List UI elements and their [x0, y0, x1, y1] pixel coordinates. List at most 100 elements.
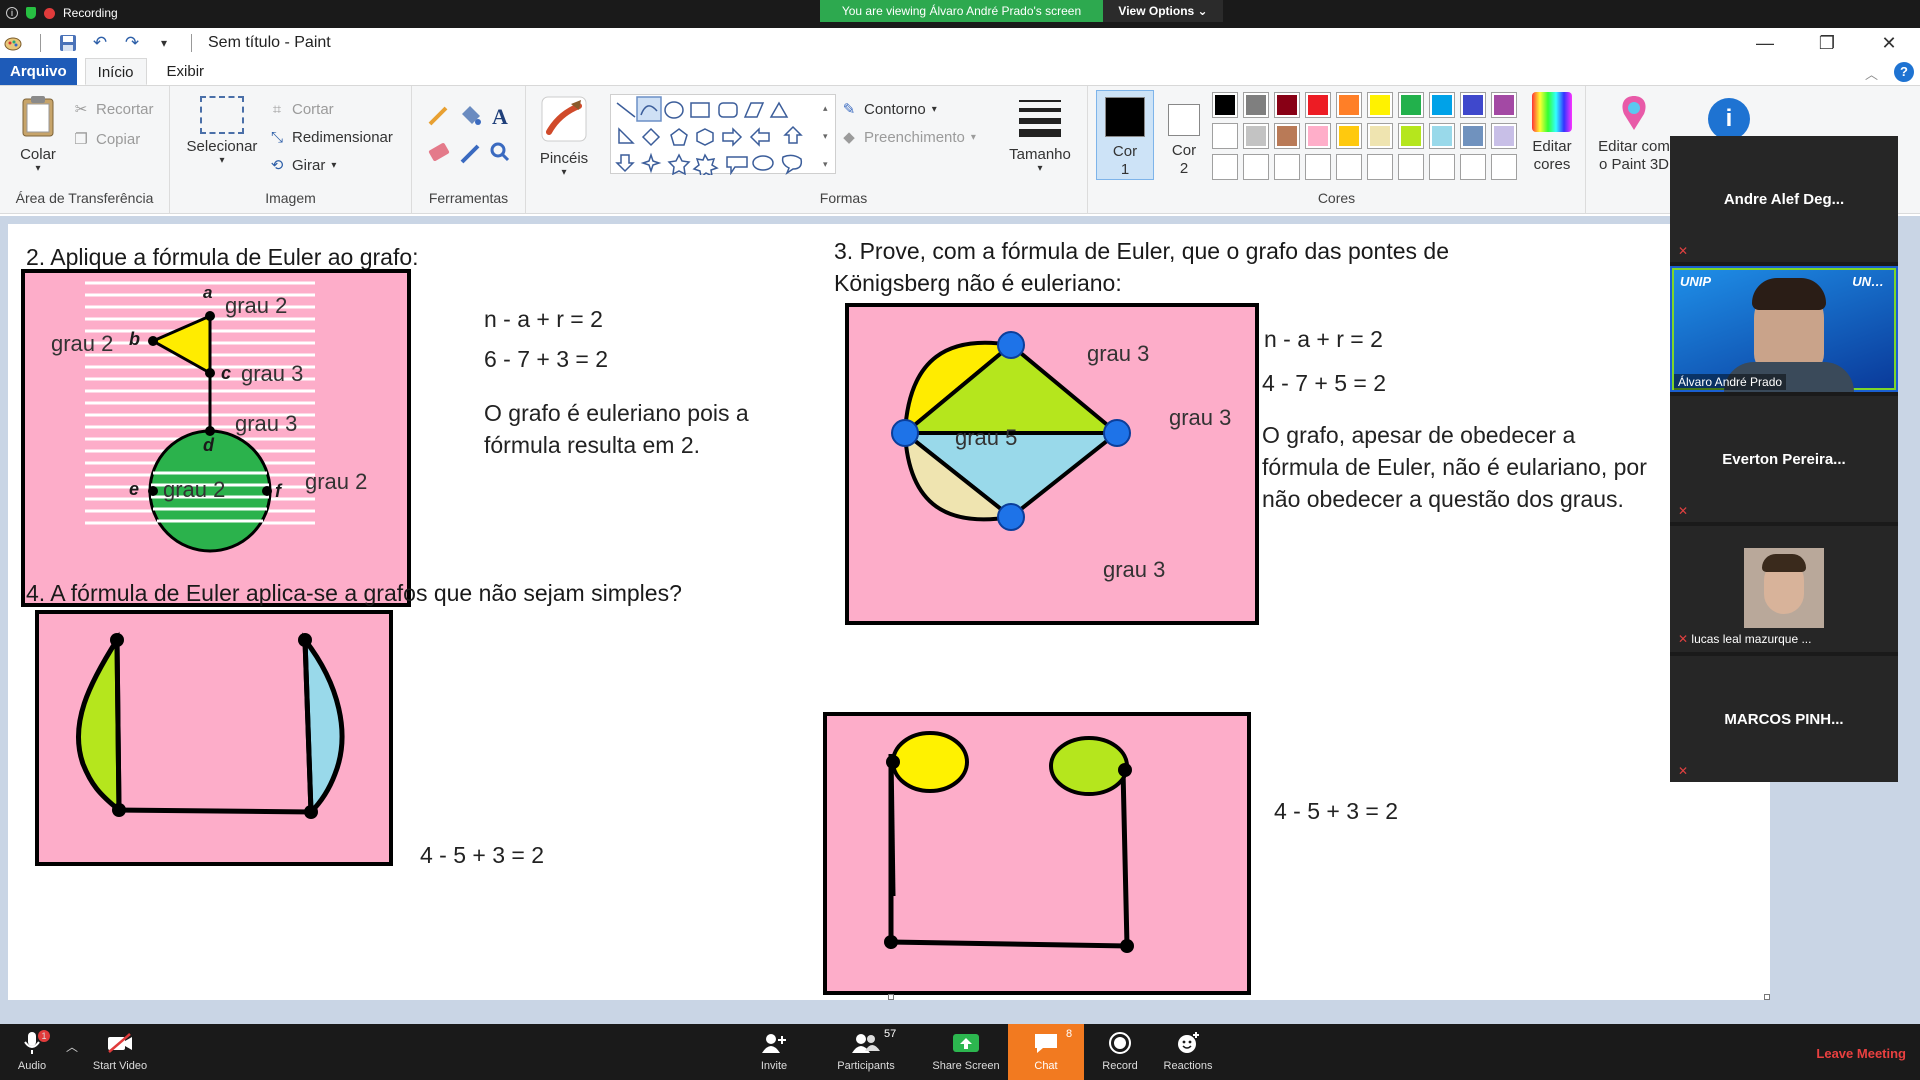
rotate-button[interactable]: ⟲ Girar ▾ — [268, 156, 337, 175]
collapse-ribbon-icon[interactable]: ︿ — [1865, 64, 1878, 83]
minimize-button[interactable]: — — [1734, 28, 1796, 58]
palette-color-swatch[interactable] — [1336, 92, 1362, 118]
quick-access-toolbar: ↶ ↷ ▾ Sem título - Paint — [0, 28, 331, 58]
tools-icons: A — [428, 104, 510, 164]
audio-label: Audio — [17, 1060, 47, 1072]
palette-color-swatch[interactable] — [1491, 92, 1517, 118]
color1-button[interactable]: Cor 1 — [1096, 90, 1154, 180]
redo-icon[interactable]: ↷ — [121, 32, 143, 54]
smiley-icon — [1148, 1030, 1228, 1056]
palette-custom-slot[interactable] — [1305, 154, 1331, 180]
chevron-down-icon: ▾ — [931, 103, 937, 115]
save-icon[interactable] — [57, 32, 79, 54]
reactions-button[interactable]: Reactions — [1148, 1030, 1228, 1072]
palette-color-swatch[interactable] — [1274, 92, 1300, 118]
palette-custom-slot[interactable] — [1336, 154, 1362, 180]
undo-icon[interactable]: ↶ — [89, 32, 111, 54]
participant-tile[interactable]: Andre Alef Deg... ✕ — [1670, 136, 1898, 262]
palette-color-swatch[interactable] — [1460, 92, 1486, 118]
palette-custom-slot[interactable] — [1367, 154, 1393, 180]
participant-tile[interactable]: MARCOS PINH... ✕ — [1670, 656, 1898, 782]
shapes-icons: ▴ ▾ ▾ — [615, 96, 828, 179]
participant-name: Álvaro André Prado — [1674, 374, 1787, 390]
canvas-resize-handle[interactable] — [1764, 994, 1770, 1000]
close-button[interactable]: ✕ — [1858, 28, 1920, 58]
palette-color-swatch[interactable] — [1429, 92, 1455, 118]
share-screen-button[interactable]: Share Screen — [926, 1030, 1006, 1072]
palette-color-swatch[interactable] — [1243, 123, 1269, 149]
paste-button[interactable]: Colar ▾ — [10, 94, 66, 174]
participant-tile-active-speaker[interactable]: UNIP UN… Álvaro André Prado — [1670, 266, 1898, 392]
fill-label: Preenchimento — [864, 128, 965, 146]
shapes-gallery[interactable]: ▴ ▾ ▾ — [610, 94, 836, 179]
canvas-area: 2. Aplique a fórmula de Euler ao grafo: — [0, 216, 1920, 1024]
audio-button[interactable]: Audio 1 — [0, 1030, 72, 1072]
palette-custom-slot[interactable] — [1460, 154, 1486, 180]
muted-mic-icon: ✕ — [1678, 504, 1689, 518]
color2-label-line1: Cor — [1171, 142, 1197, 159]
copy-button[interactable]: ❐ Copiar — [72, 130, 140, 149]
paint-app-icon[interactable] — [2, 32, 24, 54]
view-options-button[interactable]: View Options ⌄ — [1103, 0, 1223, 22]
palette-custom-slot[interactable] — [1243, 154, 1269, 180]
size-button[interactable]: Tamanho ▾ — [992, 96, 1088, 174]
chevron-down-icon: ▾ — [1037, 163, 1043, 174]
palette-color-swatch[interactable] — [1367, 92, 1393, 118]
audio-options-caret[interactable]: ︿ — [66, 1038, 78, 1055]
palette-color-swatch[interactable] — [1305, 123, 1331, 149]
chat-button[interactable]: Chat 8 — [1008, 1024, 1084, 1080]
palette-color-swatch[interactable] — [1367, 123, 1393, 149]
canvas-resize-handle[interactable] — [888, 994, 894, 1000]
cut-button[interactable]: ✂ Recortar — [72, 100, 154, 119]
paint3d-label-line1: Editar com — [1598, 138, 1670, 155]
palette-custom-slot[interactable] — [1212, 154, 1238, 180]
palette-color-swatch[interactable] — [1460, 123, 1486, 149]
palette-color-swatch[interactable] — [1398, 92, 1424, 118]
edit-with-paint3d-button[interactable]: Editar com o Paint 3D — [1594, 92, 1674, 174]
start-video-button[interactable]: Start Video — [80, 1030, 160, 1072]
customize-qat-icon[interactable]: ▾ — [153, 32, 175, 54]
tab-file[interactable]: Arquivo — [0, 58, 77, 85]
edit-colors-button[interactable]: Editar cores — [1522, 92, 1582, 174]
palette-color-swatch[interactable] — [1212, 123, 1238, 149]
question-2-calculation: 6 - 7 + 3 = 2 — [484, 346, 609, 372]
palette-color-swatch[interactable] — [1491, 123, 1517, 149]
palette-color-swatch[interactable] — [1212, 92, 1238, 118]
invite-button[interactable]: Invite — [734, 1030, 814, 1072]
palette-custom-slot[interactable] — [1274, 154, 1300, 180]
palette-custom-slot[interactable] — [1429, 154, 1455, 180]
palette-color-swatch[interactable] — [1336, 123, 1362, 149]
color2-button[interactable]: Cor 2 — [1156, 90, 1212, 180]
palette-custom-slot[interactable] — [1491, 154, 1517, 180]
palette-color-swatch[interactable] — [1398, 123, 1424, 149]
participant-tile[interactable]: Everton Pereira... ✕ — [1670, 396, 1898, 522]
palette-color-swatch[interactable] — [1429, 123, 1455, 149]
outline-button[interactable]: ✎ Contorno ▾ — [840, 100, 937, 119]
participant-tile[interactable]: ✕ lucas leal mazurque ... — [1670, 526, 1898, 652]
restore-button[interactable]: ❐ — [1796, 28, 1858, 58]
info-icon[interactable]: i — [6, 7, 18, 19]
palette-color-swatch[interactable] — [1305, 92, 1331, 118]
select-button[interactable]: Selecionar ▾ — [182, 96, 262, 166]
unip-logo: UN… — [1852, 274, 1884, 289]
crop-button[interactable]: ⌗ Cortar — [268, 100, 334, 118]
encryption-shield-icon[interactable] — [26, 7, 36, 19]
drawing-canvas[interactable]: 2. Aplique a fórmula de Euler ao grafo: — [8, 224, 1770, 1000]
degree-label-e: grau 2 — [163, 477, 226, 502]
product-alert-icon[interactable]: i — [1708, 98, 1750, 140]
pencil-icon — [428, 106, 448, 126]
palette-custom-slot[interactable] — [1398, 154, 1424, 180]
brushes-button[interactable]: Pincéis ▾ — [534, 96, 594, 178]
tab-home[interactable]: Início — [84, 58, 147, 85]
participants-button[interactable]: Participants 57 — [826, 1028, 906, 1072]
degree-label-top: grau 3 — [1087, 341, 1150, 366]
palette-color-swatch[interactable] — [1274, 123, 1300, 149]
resize-button[interactable]: ⤡ Redimensionar — [268, 128, 393, 146]
colors-group: Cor 1 Cor 2 Editar cores Cores — [1088, 86, 1586, 214]
help-icon[interactable]: ? — [1894, 62, 1914, 82]
color2-label-line2: 2 — [1179, 160, 1189, 177]
leave-meeting-button[interactable]: Leave Meeting — [1816, 1046, 1906, 1061]
tab-view[interactable]: Exibir — [155, 58, 217, 85]
palette-color-swatch[interactable] — [1243, 92, 1269, 118]
fill-button[interactable]: ◆ Preenchimento ▾ — [840, 128, 976, 147]
